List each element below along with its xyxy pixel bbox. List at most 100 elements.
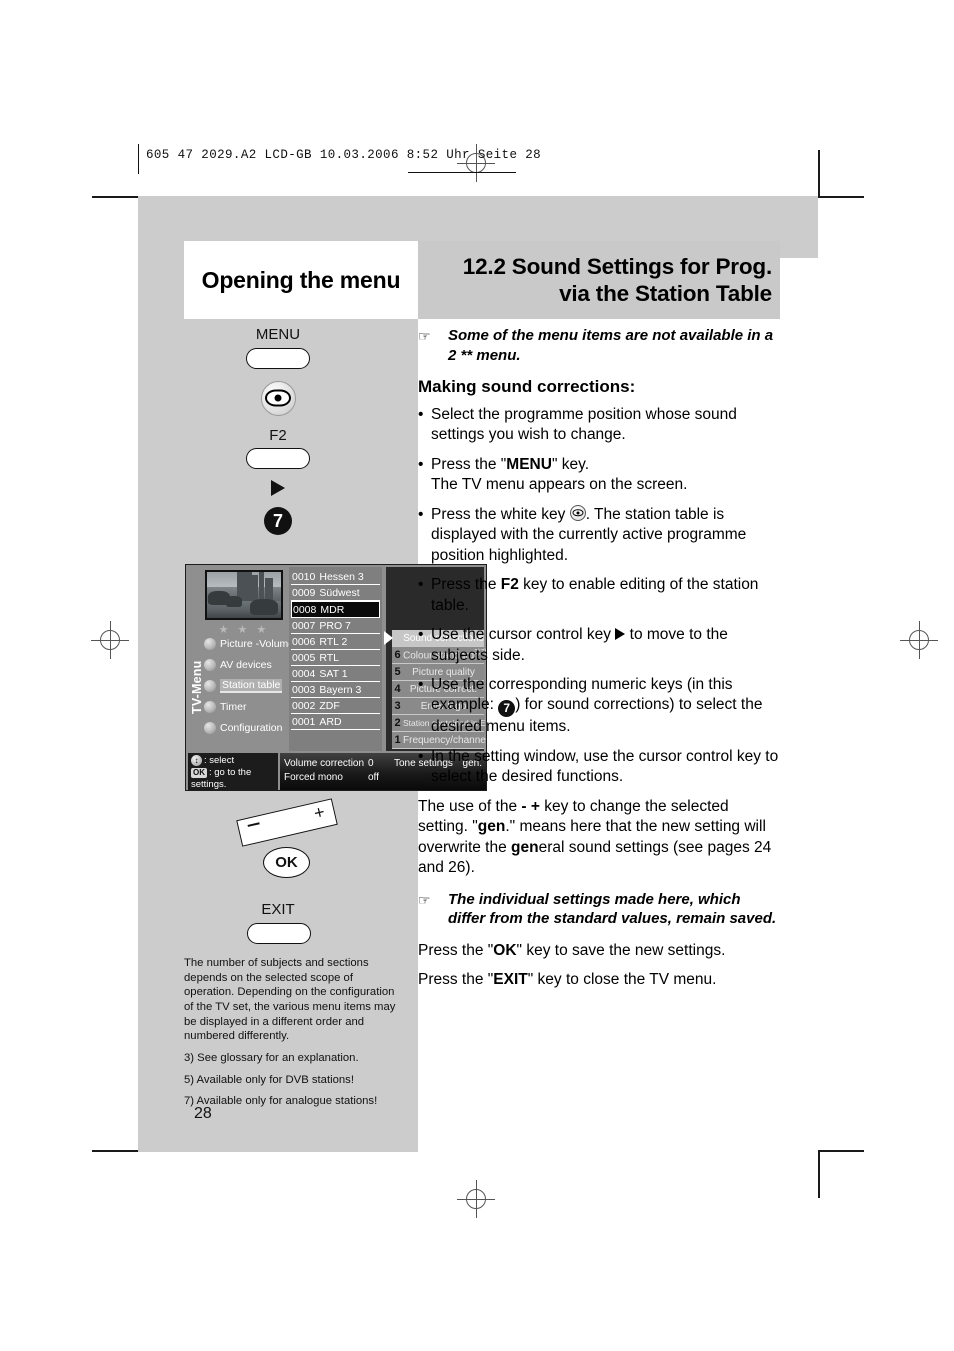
station-name: ARD bbox=[319, 715, 342, 728]
bullet-cursor-right-text: Use the cursor control key to move to th… bbox=[431, 626, 728, 664]
eye-pupil-icon bbox=[274, 394, 282, 402]
bullet-numeric-keys-text: Use the corresponding numeric keys (in t… bbox=[431, 675, 763, 736]
status-label-volume-correction: Volume correction bbox=[284, 757, 365, 769]
tv-menu-item-label: Timer bbox=[220, 700, 247, 713]
tv-hint-settings-text: settings. bbox=[191, 778, 227, 790]
minus-icon bbox=[247, 822, 260, 828]
crop-mark-bottom-right-vertical bbox=[818, 1152, 820, 1198]
tv-menu-item-av-devices[interactable]: AV devices bbox=[204, 655, 290, 674]
tv-station-table[interactable]: 0010 Hessen 3 0009 Südwest 0008 MDR 0007… bbox=[289, 567, 382, 751]
plus-icon: + bbox=[311, 801, 327, 824]
subject-key: 1 bbox=[392, 734, 403, 746]
station-row[interactable]: 0010 Hessen 3 bbox=[291, 569, 380, 585]
footnote-5: 5) Available only for DVB stations! bbox=[184, 1073, 354, 1086]
page-number: 28 bbox=[194, 1105, 212, 1122]
pointing-hand-icon: ☞ bbox=[418, 891, 431, 908]
footnote-7: 7) Available only for analogue stations! bbox=[184, 1095, 378, 1108]
tv-main-menu-list: Picture -Volume AV devices Station table… bbox=[204, 634, 294, 739]
station-row-selected[interactable]: 0008 MDR bbox=[291, 601, 380, 618]
status-label-forced-mono: Forced mono bbox=[284, 771, 343, 783]
bullet-numeric-keys: • Use the corresponding numeric keys (in… bbox=[418, 675, 780, 738]
station-number: 0006 bbox=[292, 635, 316, 648]
footnote-3: 3) See glossary for an explanation. bbox=[184, 1052, 359, 1065]
subheading-making-sound-corrections: Making sound corrections: bbox=[418, 377, 636, 396]
station-name: RTL 2 bbox=[319, 635, 348, 648]
station-name: MDR bbox=[320, 603, 345, 616]
station-number: 0007 bbox=[292, 619, 316, 632]
bullet-sphere-icon bbox=[204, 658, 216, 671]
cursor-right-arrow-icon bbox=[384, 631, 393, 645]
paragraph-press-ok: Press the "OK" key to save the new setti… bbox=[418, 941, 726, 959]
bullet-sphere-icon bbox=[204, 637, 216, 650]
station-name: PRO 7 bbox=[319, 619, 351, 632]
numeric-key-7-button[interactable]: 7 bbox=[264, 507, 292, 535]
bullet-dot-icon: • bbox=[418, 675, 424, 693]
section-title-left: Opening the menu bbox=[184, 241, 418, 319]
tv-menu-item-label: Picture -Volume bbox=[220, 637, 295, 650]
bullet-dot-icon: • bbox=[418, 406, 424, 423]
crop-mark-bottom-right-horizontal bbox=[818, 1150, 864, 1152]
pointing-hand-icon: ☞ bbox=[418, 328, 431, 344]
bullet-select-programme-text: Select the programme position whose soun… bbox=[431, 406, 737, 444]
station-row[interactable]: 0005 RTL bbox=[291, 650, 380, 666]
station-row[interactable]: 0009 Südwest bbox=[291, 585, 380, 601]
note-individual-settings-text: The individual settings made here, which… bbox=[448, 890, 777, 928]
registration-mark-bottom bbox=[457, 1180, 495, 1218]
tv-menu-item-label: Station table bbox=[220, 678, 283, 693]
bullet-cursor-right: • Use the cursor control key to move to … bbox=[418, 625, 780, 666]
f2-key-button[interactable] bbox=[246, 448, 310, 469]
station-number: 0009 bbox=[292, 586, 316, 599]
station-row[interactable]: 0006 RTL 2 bbox=[291, 634, 380, 650]
station-row[interactable]: 0007 PRO 7 bbox=[291, 618, 380, 634]
station-number: 0008 bbox=[293, 603, 317, 616]
paragraph-use-of-key: The use of the - + key to change the sel… bbox=[418, 797, 772, 877]
station-number: 0001 bbox=[292, 715, 316, 728]
ok-badge-icon: OK bbox=[191, 767, 207, 778]
bullet-dot-icon: • bbox=[418, 576, 424, 594]
section-title-right: 12.2 Sound Settings for Prog. via the St… bbox=[418, 241, 780, 319]
bullet-setting-window: • In the setting window, use the cursor … bbox=[418, 747, 780, 788]
section-title-left-text: Opening the menu bbox=[201, 266, 401, 293]
note-availability: ☞ Some of the menu items are not availab… bbox=[418, 326, 780, 365]
station-number: 0010 bbox=[292, 570, 316, 583]
station-number: 0003 bbox=[292, 683, 316, 696]
station-row[interactable]: 0001 ARD bbox=[291, 714, 380, 730]
cursor-right-arrow-icon bbox=[615, 628, 626, 641]
exit-key-button[interactable] bbox=[247, 923, 311, 944]
crop-mark-top-left-horizontal bbox=[92, 196, 138, 198]
crop-mark-top-right-horizontal bbox=[818, 196, 864, 198]
bullet-sphere-icon bbox=[204, 679, 216, 692]
registration-mark-left bbox=[91, 621, 129, 659]
subject-key: 2 bbox=[392, 717, 403, 729]
footnote-main: The number of subjects and sections depe… bbox=[184, 957, 396, 1043]
tv-preview-thumbnail bbox=[205, 570, 283, 620]
tv-menu-item-timer[interactable]: Timer bbox=[204, 697, 290, 716]
white-eye-key-button[interactable] bbox=[260, 380, 296, 416]
slug-underline bbox=[408, 172, 516, 173]
subject-key: 3 bbox=[392, 700, 403, 712]
bullet-press-menu-text: Press the "MENU" key. The TV menu appears… bbox=[431, 455, 688, 494]
ok-key-button[interactable]: OK bbox=[263, 847, 310, 878]
station-name: RTL bbox=[319, 651, 340, 664]
numeric-key-7-icon: 7 bbox=[498, 700, 516, 718]
station-row[interactable]: 0004 SAT 1 bbox=[291, 666, 380, 682]
paragraph-press-exit: Press the "EXIT" key to close the TV men… bbox=[418, 971, 717, 989]
updown-arrow-icon: ↕ bbox=[191, 755, 202, 767]
eye-icon bbox=[569, 504, 586, 521]
tv-menu-item-station-table[interactable]: Station table bbox=[204, 676, 290, 695]
tv-menu-item-picture-volume[interactable]: Picture -Volume bbox=[204, 634, 294, 653]
station-row[interactable]: 0003 Bayern 3 bbox=[291, 682, 380, 698]
subject-key: 5 bbox=[392, 666, 403, 678]
status-value-forced-mono: off bbox=[368, 771, 379, 783]
f2-key-label: F2 bbox=[269, 426, 287, 444]
tv-menu-item-configuration[interactable]: Configuration bbox=[204, 718, 290, 737]
bullet-dot-icon: • bbox=[418, 747, 424, 765]
bullet-sphere-icon bbox=[204, 721, 216, 734]
menu-key-button[interactable] bbox=[246, 347, 310, 369]
bullet-press-f2-text: Press the F2 key to enable editing of th… bbox=[431, 576, 759, 614]
station-row[interactable]: 0002 ZDF bbox=[291, 698, 380, 714]
station-number: 0004 bbox=[292, 667, 316, 680]
bullet-sphere-icon bbox=[204, 700, 216, 713]
bullet-press-f2: • Press the F2 key to enable editing of … bbox=[418, 575, 780, 616]
registration-mark-right bbox=[900, 621, 938, 659]
